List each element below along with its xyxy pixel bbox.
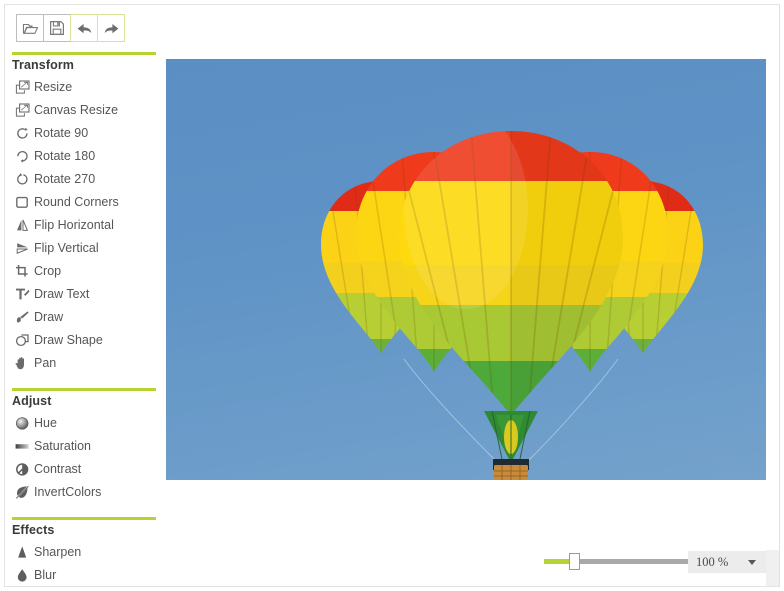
group-title-transform: Transform	[12, 58, 75, 72]
saturation-bar-icon	[14, 438, 31, 455]
sidebar-item-canvas-resize[interactable]: Canvas Resize	[0, 99, 162, 122]
zoom-level-dropdown[interactable]: 100 %	[688, 551, 766, 573]
photo-balloon	[166, 59, 766, 480]
sidebar-item-label: Sharpen	[34, 545, 82, 560]
sidebar-item-invert-colors[interactable]: InvertColors	[0, 481, 162, 504]
sidebar-item-label: Pan	[34, 356, 57, 371]
sharpen-cone-icon	[14, 544, 31, 561]
sidebar-item-label: Draw	[34, 310, 64, 325]
tools-sidebar: Transform Resize Canvas Resize Rotate 90…	[0, 52, 162, 586]
undo-button[interactable]	[70, 14, 98, 42]
redo-button[interactable]	[97, 14, 125, 42]
canvas-resize-icon	[14, 102, 31, 119]
sidebar-item-resize[interactable]: Resize	[0, 76, 162, 99]
sidebar-item-draw[interactable]: Draw	[0, 306, 162, 329]
sidebar-item-label: Rotate 270	[34, 172, 96, 187]
sidebar-item-label: Rotate 90	[34, 126, 89, 141]
pan-hand-icon	[14, 355, 31, 372]
sidebar-item-draw-shape[interactable]: Draw Shape	[0, 329, 162, 352]
sidebar-item-label: Draw Shape	[34, 333, 103, 348]
chevron-down-icon	[748, 559, 756, 565]
rotate-270-icon	[14, 171, 31, 188]
sidebar-item-contrast[interactable]: Contrast	[0, 458, 162, 481]
sidebar-item-label: Contrast	[34, 462, 82, 477]
draw-text-icon	[14, 286, 31, 303]
sidebar-item-flip-vertical[interactable]: Flip Vertical	[0, 237, 162, 260]
zoom-slider-thumb[interactable]	[569, 553, 580, 570]
sidebar-item-pan[interactable]: Pan	[0, 352, 162, 375]
sidebar-item-crop[interactable]: Crop	[0, 260, 162, 283]
folder-open-icon	[22, 21, 39, 36]
sidebar-item-label: Flip Vertical	[34, 241, 99, 256]
save-file-button[interactable]	[43, 14, 71, 42]
group-title-adjust: Adjust	[12, 394, 52, 408]
sidebar-group-effects: Effects Sharpen Blur	[0, 517, 162, 587]
sidebar-item-label: Draw Text	[34, 287, 90, 302]
main-toolbar	[16, 14, 125, 42]
sidebar-item-label: Hue	[34, 416, 57, 431]
sidebar-item-label: Crop	[34, 264, 62, 279]
sidebar-item-sharpen[interactable]: Sharpen	[0, 541, 162, 564]
sidebar-item-rotate-90[interactable]: Rotate 90	[0, 122, 162, 145]
sidebar-item-label: InvertColors	[34, 485, 102, 500]
sidebar-group-adjust: Adjust Hue Saturation Contrast InvertCol…	[0, 388, 162, 504]
status-bar: 100 %	[166, 545, 774, 579]
flip-horizontal-icon	[14, 217, 31, 234]
rotate-90-icon	[14, 125, 31, 142]
redo-arrow-icon	[103, 21, 120, 36]
sidebar-item-label: Canvas Resize	[34, 103, 119, 118]
zoom-slider-fill	[544, 559, 571, 564]
hue-sphere-icon	[14, 415, 31, 432]
flip-vertical-icon	[14, 240, 31, 257]
group-title-effects: Effects	[12, 523, 55, 537]
sidebar-item-flip-horizontal[interactable]: Flip Horizontal	[0, 214, 162, 237]
sidebar-item-label: Rotate 180	[34, 149, 96, 164]
invert-colors-icon	[14, 484, 31, 501]
resize-icon	[14, 79, 31, 96]
image-editor-window: Transform Resize Canvas Resize Rotate 90…	[0, 0, 784, 591]
save-floppy-icon	[49, 20, 65, 36]
sidebar-item-hue[interactable]: Hue	[0, 412, 162, 435]
crop-icon	[14, 263, 31, 280]
sidebar-item-label: Resize	[34, 80, 73, 95]
sidebar-item-blur[interactable]: Blur	[0, 564, 162, 587]
round-corners-icon	[14, 194, 31, 211]
sidebar-item-label: Blur	[34, 568, 57, 583]
blur-drop-icon	[14, 567, 31, 584]
resize-grip-corner[interactable]	[766, 550, 779, 586]
sidebar-group-transform: Transform Resize Canvas Resize Rotate 90…	[0, 52, 162, 375]
sidebar-item-label: Flip Horizontal	[34, 218, 114, 233]
sidebar-item-rotate-180[interactable]: Rotate 180	[0, 145, 162, 168]
draw-shape-icon	[14, 332, 31, 349]
sidebar-item-rotate-270[interactable]: Rotate 270	[0, 168, 162, 191]
sidebar-item-label: Saturation	[34, 439, 91, 454]
image-canvas[interactable]	[166, 59, 766, 480]
open-file-button[interactable]	[16, 14, 44, 42]
zoom-slider[interactable]	[544, 553, 689, 570]
contrast-circle-icon	[14, 461, 31, 478]
sidebar-item-draw-text[interactable]: Draw Text	[0, 283, 162, 306]
sidebar-item-round-corners[interactable]: Round Corners	[0, 191, 162, 214]
right-border-strip	[779, 5, 780, 586]
undo-arrow-icon	[76, 21, 93, 36]
draw-brush-icon	[14, 309, 31, 326]
rotate-180-icon	[14, 148, 31, 165]
zoom-level-value: 100 %	[696, 554, 729, 569]
sidebar-item-label: Round Corners	[34, 195, 119, 210]
sidebar-item-saturation[interactable]: Saturation	[0, 435, 162, 458]
